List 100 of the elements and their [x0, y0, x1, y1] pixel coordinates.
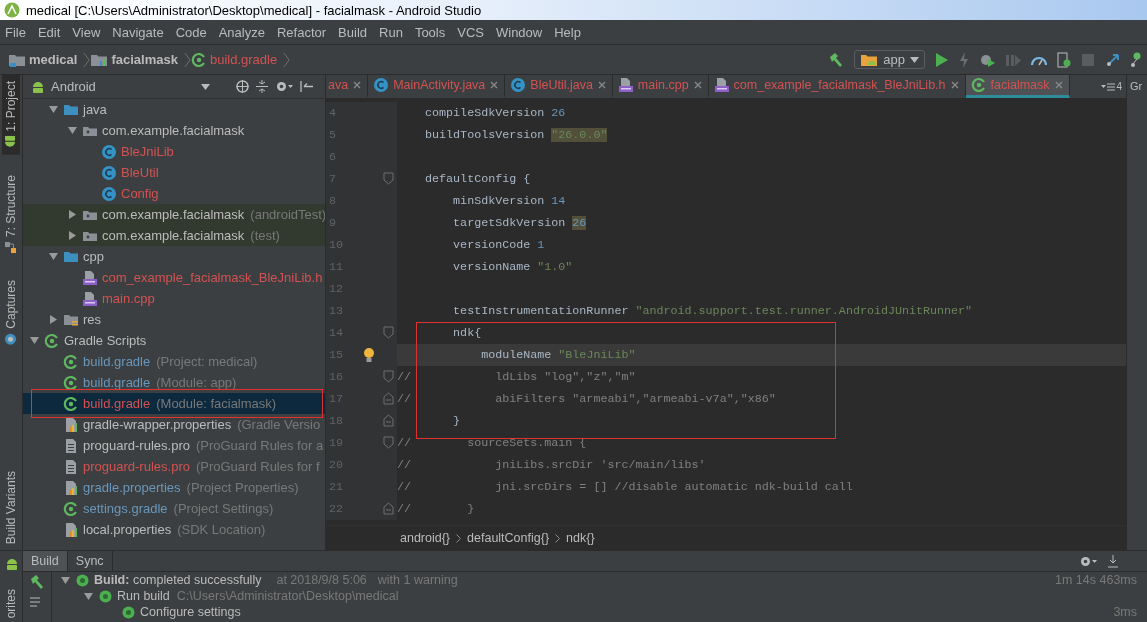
tool-window-tab[interactable]: Build Variants	[2, 464, 20, 550]
expand-arrow-icon[interactable]	[67, 209, 78, 220]
code-line: defaultConfig {	[424, 172, 531, 186]
build-tree-item[interactable]: Run build C:\Users\Administrator\Desktop\medical	[52, 588, 1147, 604]
breadcrumb[interactable]: ndk{}	[566, 531, 595, 545]
properties-file-icon	[63, 479, 79, 496]
fold-marker-icon[interactable]	[381, 436, 396, 450]
menu-item[interactable]: Edit	[32, 24, 68, 40]
tree-item[interactable]: gradle-wrapper.properties (Gradle Versio	[23, 414, 325, 435]
tool-window-tab[interactable]: Captures	[2, 273, 20, 352]
properties-file-icon	[63, 521, 79, 538]
tree-item[interactable]: gradle.properties (Project Properties)	[23, 477, 325, 498]
fold-marker-icon[interactable]	[381, 172, 396, 186]
caret-icon[interactable]	[201, 83, 210, 90]
settings-icon[interactable]	[275, 80, 293, 93]
close-icon[interactable]	[692, 80, 703, 90]
breadcrumb[interactable]: facialmask	[90, 51, 178, 68]
run-configuration-dropdown[interactable]: app	[854, 50, 925, 69]
chevron-icon	[283, 51, 291, 68]
close-icon[interactable]	[949, 80, 960, 90]
collapse-arrow-icon[interactable]	[29, 335, 40, 346]
fold-marker-icon[interactable]	[381, 326, 396, 340]
class-icon	[101, 185, 117, 202]
tree-item[interactable]: build.gradle (Project: medical)	[23, 351, 325, 372]
tree-item[interactable]: com.example.facialmask (test)	[23, 225, 325, 246]
close-icon[interactable]	[596, 80, 607, 90]
hammer-icon[interactable]	[828, 51, 845, 68]
hide-panel-icon[interactable]	[300, 80, 314, 93]
menu-item[interactable]: Refactor	[271, 24, 334, 40]
tool-window-tab[interactable]: 1: Project	[2, 75, 20, 155]
collapse-arrow-icon[interactable]	[83, 590, 94, 602]
tree-item[interactable]: local.properties (SDK Location)	[23, 519, 325, 540]
class-icon	[373, 77, 390, 93]
close-icon[interactable]	[489, 80, 500, 90]
run-icon[interactable]	[935, 51, 949, 68]
code-line: compileSdkVersion 26	[424, 106, 566, 120]
tool-window-tab[interactable]: 7: Structure	[2, 168, 20, 260]
menu-item[interactable]: Analyze	[213, 24, 272, 40]
menu-item[interactable]: VCS	[452, 24, 491, 40]
fold-marker-icon[interactable]	[381, 414, 396, 428]
chevron-icon	[183, 51, 191, 68]
collapse-arrow-icon[interactable]	[60, 574, 71, 586]
tree-item[interactable]: res	[23, 309, 325, 330]
hidden-tabs-button[interactable]: 4	[1097, 75, 1126, 98]
cpp-file-icon	[713, 77, 730, 93]
code-line: targetSdkVersion 26	[452, 216, 587, 230]
class-icon	[101, 143, 117, 160]
fold-marker-icon[interactable]	[381, 392, 396, 406]
menu-item[interactable]: Navigate	[107, 24, 171, 40]
tree-item[interactable]: com.example.facialmask (androidTest)	[23, 204, 325, 225]
menu-item[interactable]: Window	[490, 24, 550, 40]
build-tree-item[interactable]: Build: completed successfully at 2018/9/8 5:06 with 1 warning 1m 14s 463ms	[52, 572, 1147, 588]
menu-item[interactable]: Build	[333, 24, 374, 40]
code-line: // }	[397, 502, 475, 516]
android-studio-icon	[4, 2, 20, 18]
menu-item[interactable]: Run	[374, 24, 410, 40]
collapse-arrow-icon[interactable]	[48, 251, 59, 262]
tree-item[interactable]: settings.gradle (Project Settings)	[23, 498, 325, 519]
text-file-icon	[63, 458, 79, 475]
tree-item[interactable]: proguard-rules.pro (ProGuard Rules for a	[23, 435, 325, 456]
panel-tab[interactable]: Sync	[67, 551, 113, 571]
project-view-selector[interactable]: Android	[51, 79, 96, 94]
collapse-arrow-icon[interactable]	[67, 125, 78, 136]
menu-item[interactable]: View	[67, 24, 108, 40]
tool-window-title[interactable]: Gr	[1127, 75, 1143, 92]
breadcrumb[interactable]: defaultConfig{}	[467, 531, 550, 545]
class-icon	[101, 164, 117, 181]
fold-marker-icon[interactable]	[381, 502, 396, 516]
menu-item[interactable]: Code	[170, 24, 214, 40]
menu-item[interactable]: File	[0, 24, 33, 40]
lightning-icon[interactable]	[959, 51, 969, 68]
chevron-icon	[555, 533, 561, 543]
collapse-arrow-icon[interactable]	[48, 104, 59, 115]
breadcrumb[interactable]: medical	[8, 51, 78, 68]
fold-marker-icon[interactable]	[381, 370, 396, 384]
lightbulb-icon[interactable]	[363, 347, 375, 363]
android-icon	[4, 557, 18, 570]
collapse-all-icon[interactable]	[256, 80, 268, 93]
hammer-icon[interactable]	[29, 574, 45, 590]
list-icon	[1101, 81, 1116, 92]
tree-item[interactable]: com.example.facialmask	[23, 120, 325, 141]
device-icon[interactable]	[1057, 51, 1071, 68]
expand-arrow-icon[interactable]	[67, 230, 78, 241]
panel-tab[interactable]: Build	[23, 551, 68, 571]
menu-item[interactable]: Tools	[409, 24, 453, 40]
menu-item[interactable]: Help	[549, 24, 588, 40]
tree-item[interactable]: java	[23, 99, 325, 120]
tree-item[interactable]: cpp	[23, 246, 325, 267]
breadcrumb[interactable]: android{}	[400, 531, 451, 545]
success-icon	[76, 573, 89, 587]
build-tree-item[interactable]: Configure settings 3ms	[52, 604, 1147, 620]
settings-icon[interactable]	[1079, 554, 1097, 568]
minimize-icon[interactable]	[1107, 554, 1119, 568]
tool-window-tab[interactable]: orites	[2, 582, 20, 622]
close-icon[interactable]	[352, 80, 363, 90]
locate-icon[interactable]	[236, 80, 249, 93]
expand-arrow-icon[interactable]	[48, 314, 59, 325]
tree-item[interactable]: Gradle Scripts	[23, 330, 325, 351]
close-icon[interactable]	[1053, 80, 1064, 90]
window-title: medical [C:\Users\Administrator\Desktop\medical] - facialmask - Android Studio	[26, 2, 482, 18]
